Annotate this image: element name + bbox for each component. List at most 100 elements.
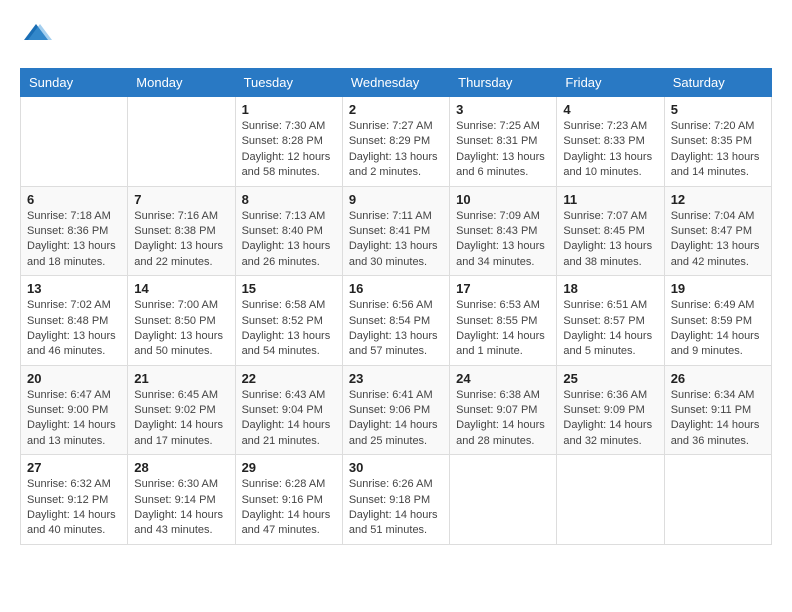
calendar-cell: 15Sunrise: 6:58 AM Sunset: 8:52 PM Dayli… bbox=[235, 276, 342, 366]
day-number: 13 bbox=[27, 281, 121, 296]
day-number: 26 bbox=[671, 371, 765, 386]
calendar-cell: 13Sunrise: 7:02 AM Sunset: 8:48 PM Dayli… bbox=[21, 276, 128, 366]
calendar-cell: 30 Sunrise: 6:26 AM Sunset: 9:18 PM Dayli… bbox=[342, 455, 449, 545]
day-number: 17 bbox=[456, 281, 550, 296]
day-number: 19 bbox=[671, 281, 765, 296]
day-number: 16 bbox=[349, 281, 443, 296]
day-info: Sunrise: 7:23 AM Sunset: 8:33 PM Dayligh… bbox=[563, 119, 657, 181]
day-info: Sunrise: 7:18 AM Sunset: 8:36 PM Dayligh… bbox=[27, 209, 121, 271]
calendar-cell bbox=[664, 455, 771, 545]
day-number: 8 bbox=[242, 192, 336, 207]
day-info: Sunrise: 6:51 AM Sunset: 8:57 PM Dayligh… bbox=[563, 298, 657, 360]
day-info: Sunrise: 6:56 AM Sunset: 8:54 PM Dayligh… bbox=[349, 298, 443, 360]
calendar-cell: 6 Sunrise: 7:18 AM Sunset: 8:36 PM Daylig… bbox=[21, 186, 128, 276]
day-info: Sunrise: 6:26 AM Sunset: 9:18 PM Dayligh… bbox=[349, 477, 443, 539]
calendar-cell: 3 Sunrise: 7:25 AM Sunset: 8:31 PM Daylig… bbox=[450, 97, 557, 187]
day-number: 15 bbox=[242, 281, 336, 296]
calendar-cell bbox=[128, 97, 235, 187]
calendar-cell: 21 Sunrise: 6:45 AM Sunset: 9:02 PM Dayli… bbox=[128, 365, 235, 455]
calendar-header-friday: Friday bbox=[557, 69, 664, 97]
day-number: 6 bbox=[27, 192, 121, 207]
calendar-cell: 2 Sunrise: 7:27 AM Sunset: 8:29 PM Daylig… bbox=[342, 97, 449, 187]
day-info: Sunrise: 7:16 AM Sunset: 8:38 PM Dayligh… bbox=[134, 209, 228, 271]
calendar-cell: 16 Sunrise: 6:56 AM Sunset: 8:54 PM Dayli… bbox=[342, 276, 449, 366]
calendar-header-sunday: Sunday bbox=[21, 69, 128, 97]
day-info: Sunrise: 7:07 AM Sunset: 8:45 PM Dayligh… bbox=[563, 209, 657, 271]
calendar-cell bbox=[21, 97, 128, 187]
day-number: 5 bbox=[671, 102, 765, 117]
calendar-cell: 17 Sunrise: 6:53 AM Sunset: 8:55 PM Dayli… bbox=[450, 276, 557, 366]
logo bbox=[20, 20, 56, 52]
calendar-cell: 28 Sunrise: 6:30 AM Sunset: 9:14 PM Dayli… bbox=[128, 455, 235, 545]
day-number: 14 bbox=[134, 281, 228, 296]
day-number: 27 bbox=[27, 460, 121, 475]
calendar-cell bbox=[450, 455, 557, 545]
calendar-cell: 10Sunrise: 7:09 AM Sunset: 8:43 PM Dayli… bbox=[450, 186, 557, 276]
day-info: Sunrise: 6:34 AM Sunset: 9:11 PM Dayligh… bbox=[671, 388, 765, 450]
day-number: 28 bbox=[134, 460, 228, 475]
day-number: 22 bbox=[242, 371, 336, 386]
day-number: 21 bbox=[134, 371, 228, 386]
day-number: 12 bbox=[671, 192, 765, 207]
calendar-cell: 25Sunrise: 6:36 AM Sunset: 9:09 PM Dayli… bbox=[557, 365, 664, 455]
day-number: 3 bbox=[456, 102, 550, 117]
day-info: Sunrise: 7:27 AM Sunset: 8:29 PM Dayligh… bbox=[349, 119, 443, 181]
calendar-cell: 5Sunrise: 7:20 AM Sunset: 8:35 PM Daylig… bbox=[664, 97, 771, 187]
calendar-cell bbox=[557, 455, 664, 545]
calendar-week-row-5: 27 Sunrise: 6:32 AM Sunset: 9:12 PM Dayli… bbox=[21, 455, 772, 545]
calendar-cell: 29 Sunrise: 6:28 AM Sunset: 9:16 PM Dayli… bbox=[235, 455, 342, 545]
day-number: 4 bbox=[563, 102, 657, 117]
day-info: Sunrise: 7:00 AM Sunset: 8:50 PM Dayligh… bbox=[134, 298, 228, 360]
day-number: 25 bbox=[563, 371, 657, 386]
day-info: Sunrise: 6:41 AM Sunset: 9:06 PM Dayligh… bbox=[349, 388, 443, 450]
day-number: 2 bbox=[349, 102, 443, 117]
calendar-cell: 26 Sunrise: 6:34 AM Sunset: 9:11 PM Dayli… bbox=[664, 365, 771, 455]
calendar-cell: 22Sunrise: 6:43 AM Sunset: 9:04 PM Dayli… bbox=[235, 365, 342, 455]
day-number: 1 bbox=[242, 102, 336, 117]
day-info: Sunrise: 6:32 AM Sunset: 9:12 PM Dayligh… bbox=[27, 477, 121, 539]
day-number: 29 bbox=[242, 460, 336, 475]
day-number: 9 bbox=[349, 192, 443, 207]
day-info: Sunrise: 7:04 AM Sunset: 8:47 PM Dayligh… bbox=[671, 209, 765, 271]
calendar-cell: 23 Sunrise: 6:41 AM Sunset: 9:06 PM Dayli… bbox=[342, 365, 449, 455]
calendar-cell: 27 Sunrise: 6:32 AM Sunset: 9:12 PM Dayli… bbox=[21, 455, 128, 545]
day-info: Sunrise: 6:47 AM Sunset: 9:00 PM Dayligh… bbox=[27, 388, 121, 450]
calendar-cell: 11Sunrise: 7:07 AM Sunset: 8:45 PM Dayli… bbox=[557, 186, 664, 276]
calendar-header-monday: Monday bbox=[128, 69, 235, 97]
page-header bbox=[20, 20, 772, 52]
calendar-week-row-1: 1 Sunrise: 7:30 AM Sunset: 8:28 PM Daylig… bbox=[21, 97, 772, 187]
logo-icon bbox=[20, 20, 52, 52]
day-info: Sunrise: 7:13 AM Sunset: 8:40 PM Dayligh… bbox=[242, 209, 336, 271]
day-info: Sunrise: 6:45 AM Sunset: 9:02 PM Dayligh… bbox=[134, 388, 228, 450]
day-number: 30 bbox=[349, 460, 443, 475]
day-info: Sunrise: 6:28 AM Sunset: 9:16 PM Dayligh… bbox=[242, 477, 336, 539]
calendar-header-row: SundayMondayTuesdayWednesdayThursdayFrid… bbox=[21, 69, 772, 97]
day-info: Sunrise: 6:49 AM Sunset: 8:59 PM Dayligh… bbox=[671, 298, 765, 360]
calendar-cell: 1 Sunrise: 7:30 AM Sunset: 8:28 PM Daylig… bbox=[235, 97, 342, 187]
calendar-cell: 24 Sunrise: 6:38 AM Sunset: 9:07 PM Dayli… bbox=[450, 365, 557, 455]
calendar-cell: 14 Sunrise: 7:00 AM Sunset: 8:50 PM Dayli… bbox=[128, 276, 235, 366]
calendar-cell: 4 Sunrise: 7:23 AM Sunset: 8:33 PM Daylig… bbox=[557, 97, 664, 187]
day-number: 7 bbox=[134, 192, 228, 207]
day-number: 23 bbox=[349, 371, 443, 386]
day-info: Sunrise: 6:30 AM Sunset: 9:14 PM Dayligh… bbox=[134, 477, 228, 539]
calendar-week-row-4: 20 Sunrise: 6:47 AM Sunset: 9:00 PM Dayli… bbox=[21, 365, 772, 455]
calendar-header-thursday: Thursday bbox=[450, 69, 557, 97]
day-info: Sunrise: 7:09 AM Sunset: 8:43 PM Dayligh… bbox=[456, 209, 550, 271]
day-info: Sunrise: 7:30 AM Sunset: 8:28 PM Dayligh… bbox=[242, 119, 336, 181]
calendar-table: SundayMondayTuesdayWednesdayThursdayFrid… bbox=[20, 68, 772, 545]
calendar-cell: 7 Sunrise: 7:16 AM Sunset: 8:38 PM Daylig… bbox=[128, 186, 235, 276]
calendar-cell: 20 Sunrise: 6:47 AM Sunset: 9:00 PM Dayli… bbox=[21, 365, 128, 455]
calendar-week-row-2: 6 Sunrise: 7:18 AM Sunset: 8:36 PM Daylig… bbox=[21, 186, 772, 276]
calendar-cell: 19 Sunrise: 6:49 AM Sunset: 8:59 PM Dayli… bbox=[664, 276, 771, 366]
day-info: Sunrise: 6:53 AM Sunset: 8:55 PM Dayligh… bbox=[456, 298, 550, 360]
day-info: Sunrise: 7:11 AM Sunset: 8:41 PM Dayligh… bbox=[349, 209, 443, 271]
day-number: 24 bbox=[456, 371, 550, 386]
calendar-cell: 18Sunrise: 6:51 AM Sunset: 8:57 PM Dayli… bbox=[557, 276, 664, 366]
calendar-cell: 8 Sunrise: 7:13 AM Sunset: 8:40 PM Daylig… bbox=[235, 186, 342, 276]
calendar-header-wednesday: Wednesday bbox=[342, 69, 449, 97]
day-info: Sunrise: 7:25 AM Sunset: 8:31 PM Dayligh… bbox=[456, 119, 550, 181]
day-info: Sunrise: 6:38 AM Sunset: 9:07 PM Dayligh… bbox=[456, 388, 550, 450]
calendar-cell: 9 Sunrise: 7:11 AM Sunset: 8:41 PM Daylig… bbox=[342, 186, 449, 276]
day-number: 20 bbox=[27, 371, 121, 386]
